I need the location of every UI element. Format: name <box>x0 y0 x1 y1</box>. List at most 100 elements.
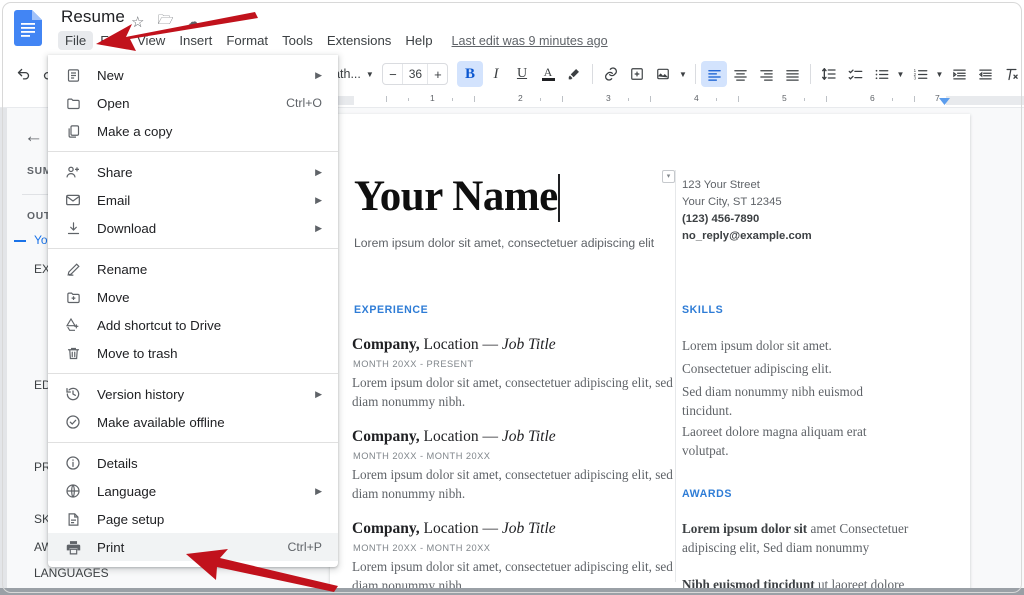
font-size-decrease-button[interactable]: − <box>383 67 402 82</box>
menu-item-share[interactable]: Share ▶ <box>48 158 338 186</box>
chevron-right-icon: ▶ <box>315 223 322 234</box>
google-docs-window: Resume ☆ 🗁 ☁ File Edit View Insert Forma… <box>0 0 1024 595</box>
line-spacing-icon[interactable] <box>816 61 842 87</box>
menu-item-details[interactable]: Details <box>48 449 338 477</box>
menu-edit[interactable]: Edit <box>93 31 130 50</box>
chevron-down-icon: ▼ <box>679 70 687 79</box>
ruler-margin-right <box>946 96 1024 105</box>
ruler-indent-marker[interactable] <box>938 95 951 106</box>
menu-item-email[interactable]: Email ▶ <box>48 186 338 214</box>
document-page[interactable]: Your Name Lorem ipsum dolor sit amet, co… <box>330 114 970 588</box>
printer-icon <box>62 537 84 557</box>
clear-formatting-icon[interactable] <box>998 61 1024 87</box>
bulleted-list-dropdown-icon[interactable]: ▼ <box>894 61 907 87</box>
globe-icon <box>62 481 84 501</box>
vertical-ruler-strip <box>0 108 7 588</box>
contact-phone: (123) 456-7890 <box>682 211 812 228</box>
menu-item-label: Share <box>97 165 315 180</box>
align-right-button[interactable] <box>753 61 779 87</box>
job-dash-2: — <box>482 428 498 445</box>
menu-tools[interactable]: Tools <box>275 31 320 50</box>
bold-button[interactable]: B <box>457 61 483 87</box>
undo-icon[interactable] <box>10 61 36 87</box>
job-heading-2: Company, Location — Job Title <box>352 428 556 446</box>
title-icon-group: ☆ 🗁 ☁ <box>131 11 200 33</box>
doc-contact-block[interactable]: 123 Your Street Your City, ST 12345 (123… <box>682 177 812 245</box>
menu-item-print[interactable]: Print Ctrl+P <box>48 533 338 561</box>
job-company-1: Company, <box>352 336 420 353</box>
doc-tagline[interactable]: Lorem ipsum dolor sit amet, consectetuer… <box>354 236 654 250</box>
ruler-number-2: 2 <box>518 93 523 103</box>
chevron-right-icon: ▶ <box>315 195 322 206</box>
underline-button[interactable]: U <box>509 61 535 87</box>
numbered-list-icon[interactable]: 123 <box>907 61 933 87</box>
menu-help[interactable]: Help <box>398 31 439 50</box>
move-to-folder-icon[interactable]: 🗁 <box>157 11 173 33</box>
menu-item-label: Version history <box>97 387 315 402</box>
cloud-saved-icon[interactable]: ☁ <box>187 14 200 30</box>
font-size-stepper[interactable]: − 36 + <box>382 63 448 85</box>
toolbar-divider <box>695 64 696 84</box>
insert-image-icon[interactable] <box>650 61 676 87</box>
decrease-indent-icon[interactable] <box>946 61 972 87</box>
insert-image-dropdown-icon[interactable]: ▼ <box>676 61 690 87</box>
menu-view[interactable]: View <box>130 31 172 50</box>
bulleted-list-icon[interactable] <box>868 61 894 87</box>
italic-button[interactable]: I <box>483 61 509 87</box>
last-edit-link[interactable]: Last edit was 9 minutes ago <box>452 34 608 48</box>
section-heading-awards: AWARDS <box>682 488 732 500</box>
star-icon[interactable]: ☆ <box>131 13 144 31</box>
doc-name-heading[interactable]: Your Name <box>354 172 558 221</box>
job-dates-1: MONTH 20XX - PRESENT <box>353 359 474 369</box>
increase-indent-icon[interactable] <box>972 61 998 87</box>
title-bar: Resume ☆ 🗁 ☁ File Edit View Insert Forma… <box>0 0 1024 56</box>
table-collapse-chip[interactable]: ▾ <box>662 170 675 183</box>
menu-item-move-to-trash[interactable]: Move to trash <box>48 339 338 367</box>
google-docs-logo[interactable] <box>14 10 42 46</box>
menu-item-add-shortcut-to-drive[interactable]: Add shortcut to Drive <box>48 311 338 339</box>
text-cursor <box>558 174 560 222</box>
add-comment-icon[interactable] <box>624 61 650 87</box>
award-bold-1: Lorem ipsum dolor sit <box>682 521 807 536</box>
chevron-down-icon: ▼ <box>936 70 944 79</box>
menu-item-new[interactable]: New ▶ <box>48 61 338 89</box>
menu-item-make-available-offline[interactable]: Make available offline <box>48 408 338 436</box>
menu-item-open[interactable]: Open Ctrl+O <box>48 89 338 117</box>
outline-item-languages[interactable]: LANGUAGES <box>34 566 109 580</box>
menu-item-label: Move to trash <box>97 346 338 361</box>
drive-shortcut-icon <box>62 315 84 335</box>
menu-format[interactable]: Format <box>219 31 275 50</box>
text-color-button[interactable]: A <box>535 61 561 87</box>
menu-item-move[interactable]: Move <box>48 283 338 311</box>
menu-separator <box>48 151 338 152</box>
bold-label: B <box>465 66 475 83</box>
align-justify-button[interactable] <box>779 61 805 87</box>
menu-item-rename[interactable]: Rename <box>48 255 338 283</box>
trash-icon <box>62 343 84 363</box>
menu-item-language[interactable]: Language ▶ <box>48 477 338 505</box>
menu-item-version-history[interactable]: Version history ▶ <box>48 380 338 408</box>
menu-item-page-setup[interactable]: Page setup <box>48 505 338 533</box>
insert-link-icon[interactable] <box>598 61 624 87</box>
file-menu-popup[interactable]: New ▶ Open Ctrl+O Make a copy Share ▶ <box>48 55 338 567</box>
menu-file[interactable]: File <box>58 31 93 50</box>
numbered-list-dropdown-icon[interactable]: ▼ <box>933 61 946 87</box>
font-size-value[interactable]: 36 <box>402 64 428 84</box>
highlight-color-icon[interactable] <box>561 61 587 87</box>
job-body-2: Lorem ipsum dolor sit amet, consectetuer… <box>352 465 682 503</box>
menu-item-make-a-copy[interactable]: Make a copy <box>48 117 338 145</box>
align-left-button[interactable] <box>701 61 727 87</box>
align-center-button[interactable] <box>727 61 753 87</box>
font-size-increase-button[interactable]: + <box>428 67 447 82</box>
italic-label: I <box>494 66 499 83</box>
document-title[interactable]: Resume <box>61 7 125 27</box>
menu-insert[interactable]: Insert <box>172 31 219 50</box>
close-outline-icon[interactable]: ← <box>24 126 43 148</box>
envelope-icon <box>62 190 84 210</box>
job-dash-3: — <box>482 520 498 537</box>
toolbar-divider <box>592 64 593 84</box>
award-item-1: Lorem ipsum dolor sit amet Consectetuer … <box>682 519 917 557</box>
checklist-icon[interactable] <box>842 61 868 87</box>
menu-item-download[interactable]: Download ▶ <box>48 214 338 242</box>
menu-extensions[interactable]: Extensions <box>320 31 399 50</box>
